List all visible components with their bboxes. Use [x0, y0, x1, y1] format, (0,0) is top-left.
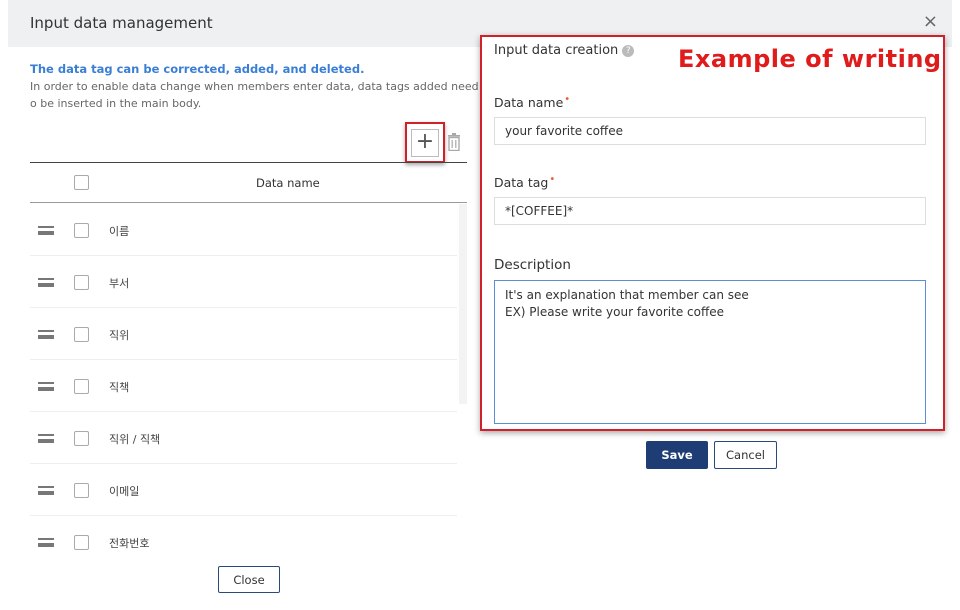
required-mark: • [549, 174, 556, 185]
drag-handle-icon[interactable] [38, 278, 54, 287]
row-checkbox[interactable] [74, 431, 89, 446]
data-name-label-text: Data name [494, 95, 564, 110]
drag-handle-icon[interactable] [38, 538, 54, 547]
row-label: 이름 [109, 225, 130, 238]
description-textarea[interactable]: It's an explanation that member can see … [494, 280, 926, 424]
column-header-data-name: Data name [256, 176, 320, 190]
row-label: 전화번호 [109, 537, 150, 550]
row-checkbox[interactable] [74, 223, 89, 238]
close-button[interactable]: Close [218, 566, 280, 593]
row-checkbox[interactable] [74, 379, 89, 394]
dialog-title: Input data management [30, 14, 213, 32]
drag-handle-icon[interactable] [38, 382, 54, 391]
row-checkbox[interactable] [74, 327, 89, 342]
drag-handle-icon[interactable] [38, 330, 54, 339]
row-checkbox[interactable] [74, 483, 89, 498]
info-text-1: In order to enable data change when memb… [30, 80, 487, 93]
table-row: 직위 / 직책 [30, 412, 457, 464]
table-row: 전화번호 [30, 516, 457, 568]
close-icon[interactable]: × [923, 12, 938, 32]
data-tag-label-text: Data tag [494, 175, 549, 190]
table-scrollbar[interactable] [459, 204, 467, 404]
panel-title: Input data creation? [494, 43, 635, 58]
info-text-2: o be inserted in the main body. [30, 97, 202, 110]
help-icon[interactable]: ? [622, 45, 635, 57]
drag-handle-icon[interactable] [38, 226, 54, 235]
data-tag-input[interactable] [494, 197, 926, 225]
add-button-highlight: + [405, 122, 445, 163]
input-data-creation-panel: Input data creation? Example of writing … [480, 35, 945, 431]
row-label: 이메일 [109, 485, 140, 498]
table-row: 직책 [30, 360, 457, 412]
drag-handle-icon[interactable] [38, 486, 54, 495]
example-annotation: Example of writing [678, 45, 942, 73]
add-button[interactable]: + [411, 129, 439, 157]
panel-title-text: Input data creation [494, 43, 619, 58]
data-name-label: Data name• [494, 94, 570, 110]
row-label: 부서 [109, 277, 130, 290]
save-button[interactable]: Save [646, 441, 708, 469]
select-all-checkbox[interactable] [74, 175, 89, 190]
drag-handle-icon[interactable] [38, 434, 54, 443]
table-row: 이름 [30, 204, 457, 256]
table-row: 이메일 [30, 464, 457, 516]
row-label: 직책 [109, 381, 130, 394]
required-mark: • [564, 94, 571, 105]
table-header: Data name [30, 163, 467, 203]
row-checkbox[interactable] [74, 535, 89, 550]
data-tag-label: Data tag• [494, 174, 555, 190]
table-row: 부서 [30, 256, 457, 308]
info-highlight: The data tag can be corrected, added, an… [30, 62, 365, 76]
trash-icon[interactable] [447, 133, 461, 151]
row-label: 직위 / 직책 [109, 433, 161, 446]
cancel-button[interactable]: Cancel [714, 441, 777, 469]
description-label: Description [494, 257, 571, 273]
table-row: 직위 [30, 308, 457, 360]
row-checkbox[interactable] [74, 275, 89, 290]
data-name-input[interactable] [494, 117, 926, 145]
row-label: 직위 [109, 329, 130, 342]
